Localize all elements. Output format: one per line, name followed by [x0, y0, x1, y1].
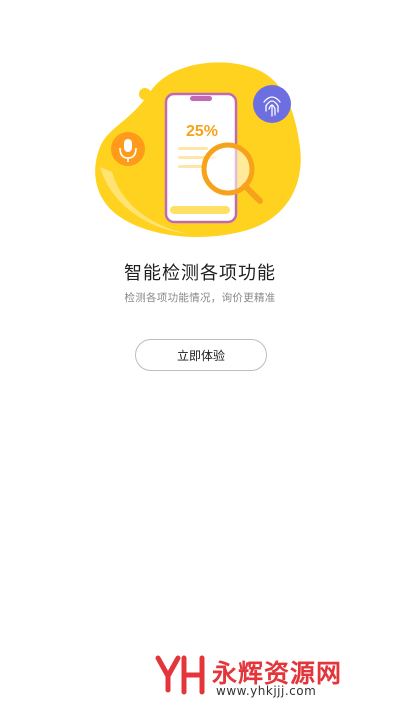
try-now-button[interactable]: 立即体验: [135, 339, 267, 371]
fingerprint-icon: [253, 85, 291, 123]
hero-illustration: 25%: [90, 52, 320, 252]
watermark-logo-icon: [155, 655, 205, 695]
microphone-icon: [111, 132, 145, 166]
page-subtitle: 检测各项功能情况，询价更精准: [124, 292, 276, 304]
watermark-url: www.yhkjjj.com: [216, 684, 317, 698]
page-title: 智能检测各项功能: [124, 263, 276, 284]
watermark: 永辉资源网 www.yhkjjj.com: [152, 650, 388, 698]
percent-text: 25%: [186, 123, 218, 140]
